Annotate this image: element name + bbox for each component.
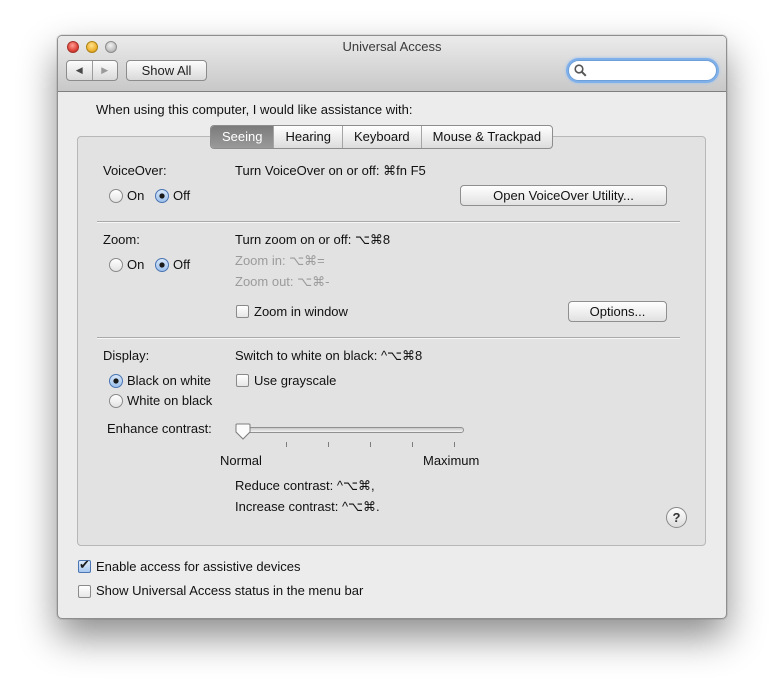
voiceover-shortcut: Turn VoiceOver on or off: ⌘fn F5 bbox=[235, 163, 426, 178]
zoom-on-radio[interactable] bbox=[109, 258, 123, 272]
open-voiceover-utility-button[interactable]: Open VoiceOver Utility... bbox=[460, 185, 667, 206]
back-forward-control: ◀ ▶ bbox=[66, 60, 118, 81]
slider-tick bbox=[286, 442, 287, 447]
show-status-menu-label: Show Universal Access status in the menu… bbox=[96, 583, 364, 598]
contrast-max-label: Maximum bbox=[423, 453, 480, 468]
zoom-out-shortcut: Zoom out: ⌥⌘- bbox=[235, 274, 330, 289]
tab-seeing[interactable]: Seeing bbox=[211, 126, 275, 148]
slider-tick bbox=[328, 442, 329, 447]
search-icon bbox=[574, 64, 587, 77]
section-divider bbox=[97, 221, 680, 222]
voiceover-on-radio[interactable] bbox=[109, 189, 123, 203]
voiceover-label: VoiceOver: bbox=[103, 163, 167, 178]
zoom-in-window-checkbox[interactable] bbox=[236, 305, 249, 318]
tab-bar: Seeing Hearing Keyboard Mouse & Trackpad bbox=[210, 125, 554, 149]
zoom-off-radio[interactable] bbox=[155, 258, 169, 272]
zoom-on-label: On bbox=[127, 257, 145, 272]
slider-tick bbox=[412, 442, 413, 447]
white-on-black-label: White on black bbox=[127, 393, 213, 408]
zoom-in-shortcut: Zoom in: ⌥⌘= bbox=[235, 253, 325, 268]
back-button[interactable]: ◀ bbox=[67, 61, 93, 80]
slider-tick bbox=[454, 442, 455, 447]
window-title: Universal Access bbox=[342, 39, 442, 54]
forward-arrow-icon: ▶ bbox=[101, 65, 109, 75]
zoom-label: Zoom: bbox=[103, 232, 140, 247]
search-input[interactable] bbox=[591, 63, 715, 79]
black-on-white-radio[interactable] bbox=[109, 374, 123, 388]
black-on-white-label: Black on white bbox=[127, 373, 211, 388]
voiceover-on-label: On bbox=[127, 188, 145, 203]
show-status-menu-checkbox[interactable] bbox=[78, 585, 91, 598]
slider-tick bbox=[370, 442, 371, 447]
intro-text: When using this computer, I would like a… bbox=[96, 102, 413, 117]
section-divider bbox=[97, 337, 680, 338]
forward-button[interactable]: ▶ bbox=[93, 61, 118, 80]
back-arrow-icon: ◀ bbox=[75, 65, 83, 75]
contrast-slider[interactable] bbox=[240, 427, 464, 433]
display-label: Display: bbox=[103, 348, 150, 363]
contrast-slider-knob[interactable] bbox=[235, 423, 251, 440]
tab-hearing[interactable]: Hearing bbox=[274, 126, 344, 148]
use-grayscale-label: Use grayscale bbox=[254, 373, 337, 388]
search-field[interactable] bbox=[568, 60, 717, 81]
enhance-contrast-label: Enhance contrast: bbox=[107, 421, 212, 436]
enable-assistive-devices-checkbox[interactable] bbox=[78, 557, 91, 573]
preferences-window: Universal Access ◀ ▶ Show All When using… bbox=[57, 35, 727, 619]
title-bar: Universal Access ◀ ▶ Show All bbox=[58, 36, 726, 92]
tab-mouse-trackpad[interactable]: Mouse & Trackpad bbox=[422, 126, 552, 148]
zoom-options-button[interactable]: Options... bbox=[568, 301, 667, 322]
reduce-contrast-shortcut: Reduce contrast: ^⌥⌘, bbox=[235, 478, 375, 493]
zoom-shortcut: Turn zoom on or off: ⌥⌘8 bbox=[235, 232, 391, 247]
switch-display-shortcut: Switch to white on black: ^⌥⌘8 bbox=[235, 348, 423, 363]
zoom-in-window-label: Zoom in window bbox=[254, 304, 348, 319]
use-grayscale-checkbox[interactable] bbox=[236, 374, 249, 387]
white-on-black-radio[interactable] bbox=[109, 394, 123, 408]
tab-keyboard[interactable]: Keyboard bbox=[343, 126, 422, 148]
voiceover-off-radio[interactable] bbox=[155, 189, 169, 203]
zoom-off-label: Off bbox=[173, 257, 191, 272]
enable-assistive-devices-label: Enable access for assistive devices bbox=[96, 559, 301, 574]
contrast-min-label: Normal bbox=[220, 453, 262, 468]
voiceover-off-label: Off bbox=[173, 188, 191, 203]
increase-contrast-shortcut: Increase contrast: ^⌥⌘. bbox=[235, 499, 380, 514]
show-all-button[interactable]: Show All bbox=[126, 60, 207, 81]
help-button[interactable]: ? bbox=[666, 507, 687, 528]
